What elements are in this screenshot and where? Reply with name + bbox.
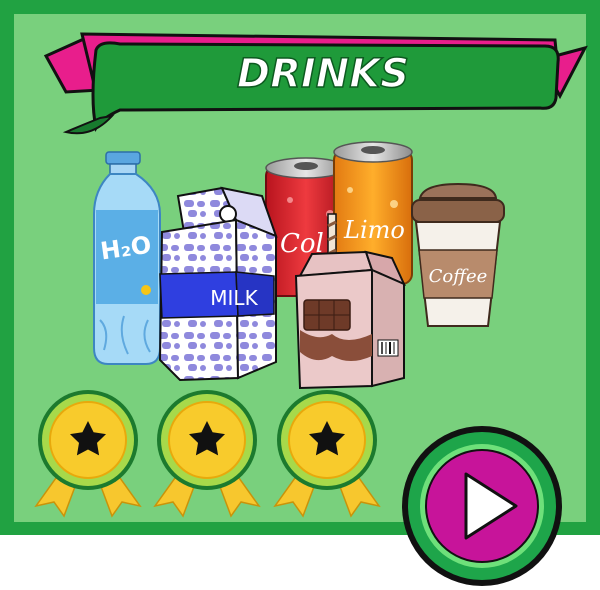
lemon-label: Limo [343, 216, 405, 244]
star-medal-1 [34, 390, 142, 518]
play-button[interactable] [402, 426, 562, 586]
milk-label: MILK [210, 286, 258, 310]
coffee-cup[interactable]: Coffee [411, 182, 505, 327]
title-banner: DRINKS [43, 32, 588, 135]
star-medal-2 [153, 390, 261, 518]
milk-carton[interactable]: MILK [158, 186, 278, 382]
star-medal-3 [273, 390, 381, 518]
water-bottle[interactable]: H₂O [93, 151, 161, 365]
coffee-label: Coffee [429, 266, 488, 287]
page-title: DRINKS [237, 51, 409, 97]
